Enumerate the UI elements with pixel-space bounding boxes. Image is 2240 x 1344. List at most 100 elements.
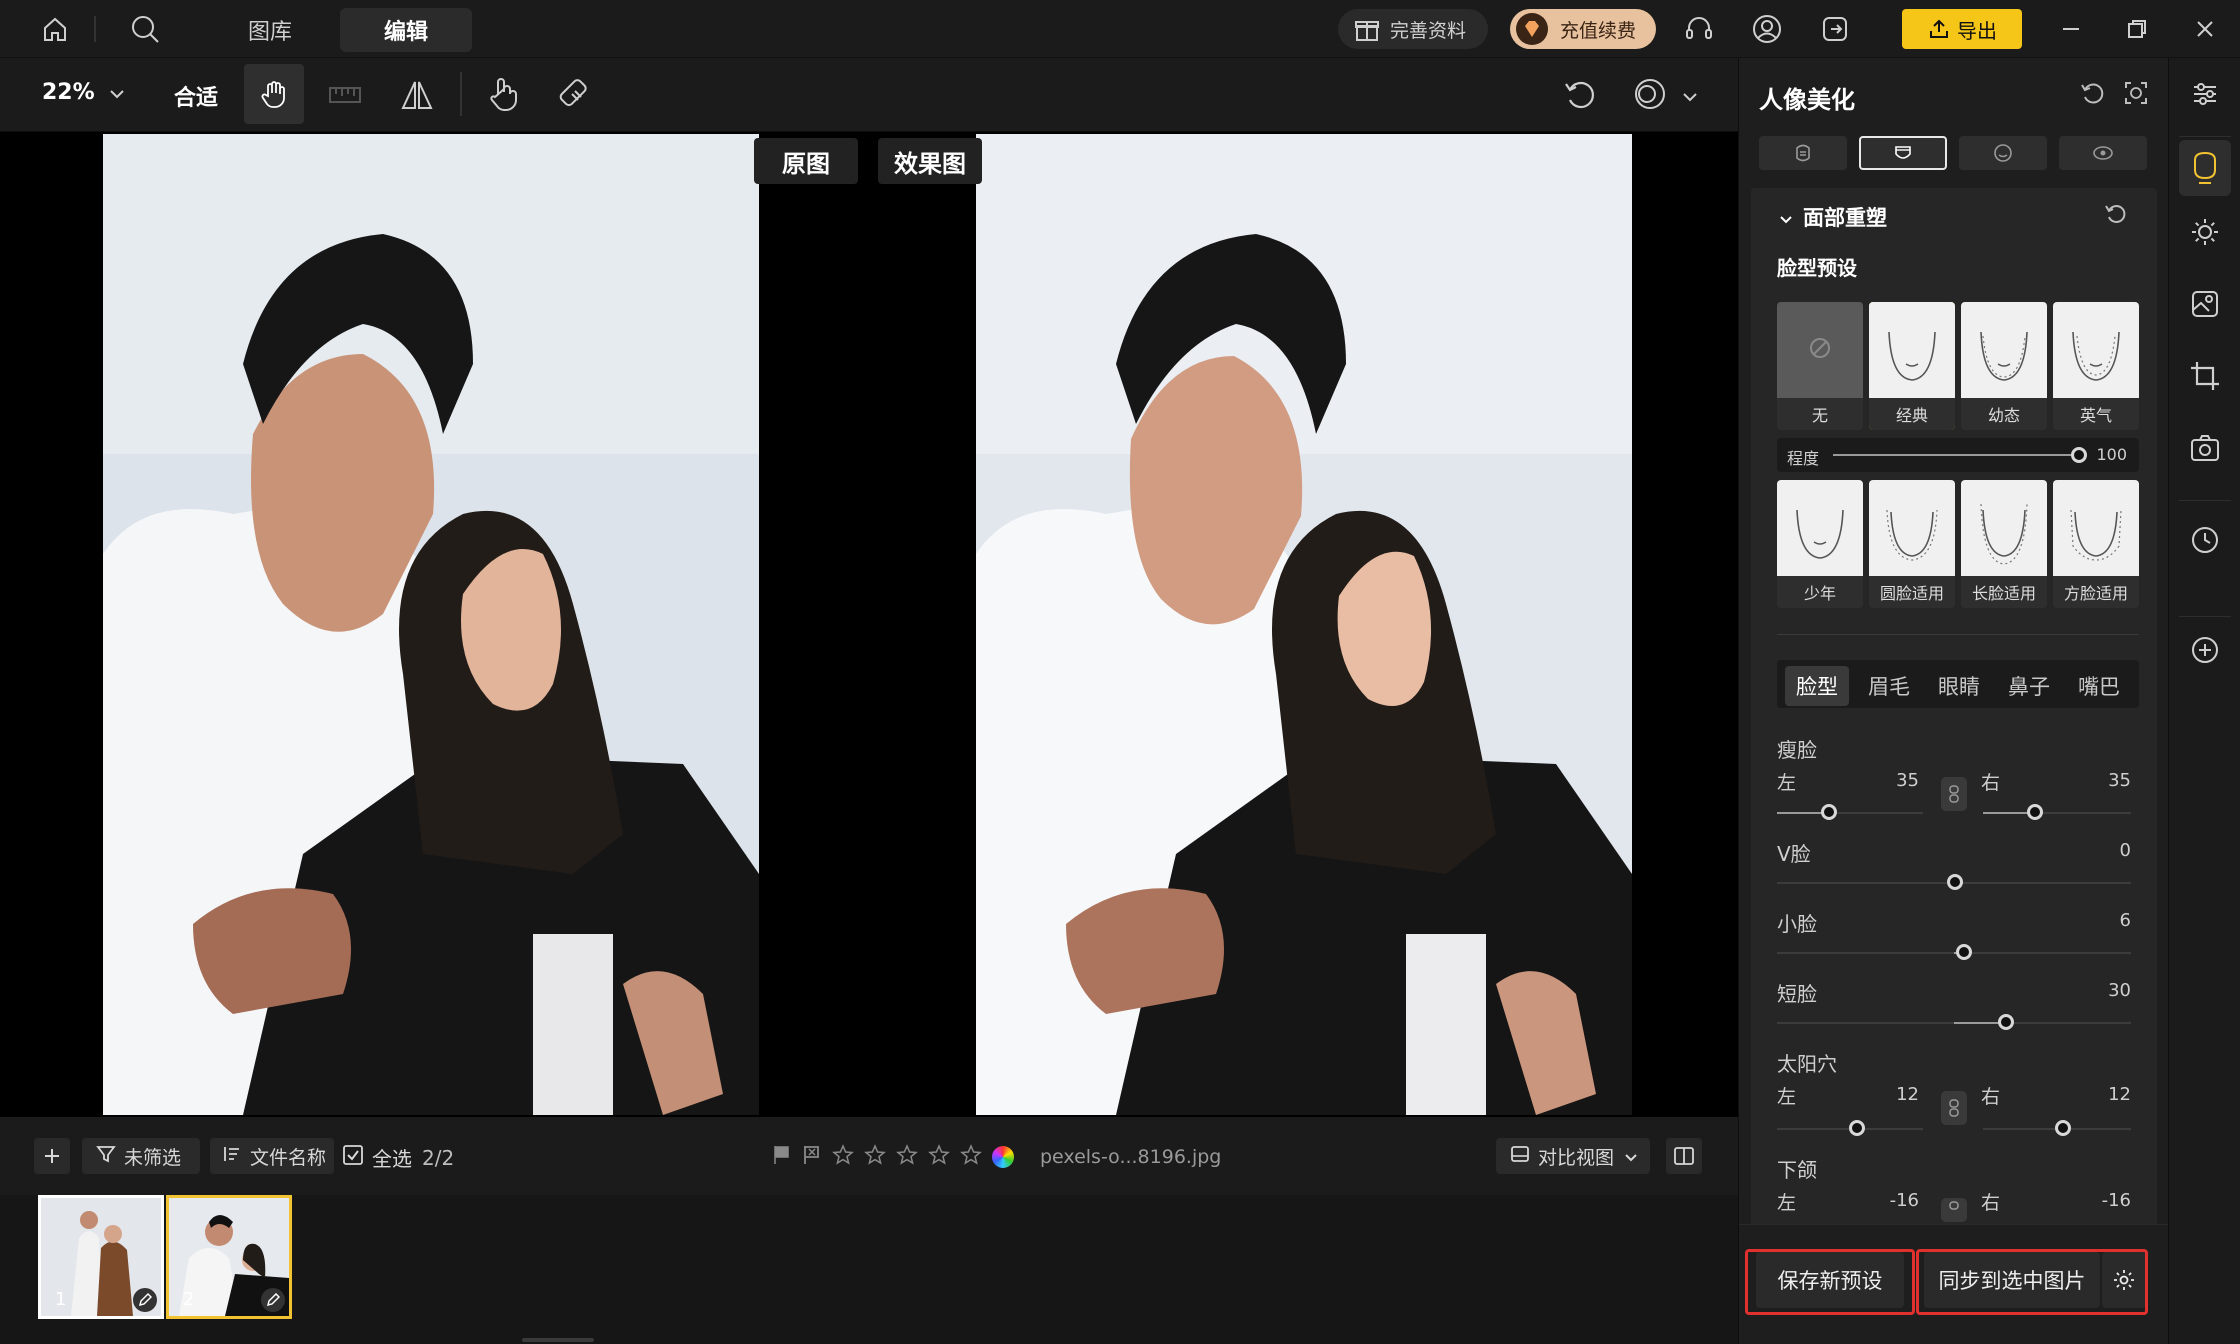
complete-profile-button[interactable]: 完善资料 xyxy=(1338,9,1488,49)
makeup-tab-icon[interactable] xyxy=(2059,136,2147,170)
slim-right-knob[interactable] xyxy=(2027,804,2043,820)
skin-tab-icon[interactable] xyxy=(1759,136,1847,170)
color-label-icon[interactable] xyxy=(992,1146,1014,1168)
tool-rail xyxy=(2168,58,2240,1344)
plus-icon[interactable] xyxy=(34,1138,70,1174)
filter-button[interactable]: 未筛选 xyxy=(82,1138,200,1174)
preset-none[interactable]: 无 xyxy=(1777,302,1863,430)
highlight-box xyxy=(1745,1249,1915,1315)
user-icon[interactable] xyxy=(1750,12,1784,46)
headset-icon[interactable] xyxy=(1682,12,1716,46)
horizontal-scrollbar[interactable] xyxy=(522,1338,594,1342)
sort-button[interactable]: 文件名称 xyxy=(210,1138,334,1174)
star-icon[interactable] xyxy=(896,1144,918,1170)
star-icon[interactable] xyxy=(960,1144,982,1170)
history-icon[interactable] xyxy=(2185,520,2225,560)
portrait-beauty-icon[interactable] xyxy=(2179,140,2231,196)
preset-youthful[interactable]: 幼态 xyxy=(1961,302,2047,430)
flag-icon[interactable] xyxy=(772,1144,792,1170)
short-face-knob[interactable] xyxy=(1998,1014,2014,1030)
light-icon[interactable] xyxy=(2185,212,2225,252)
slim-left-knob[interactable] xyxy=(1821,804,1837,820)
add-tool-icon[interactable] xyxy=(2185,630,2225,670)
expression-tab-icon[interactable] xyxy=(1959,136,2047,170)
temple-right-label: 右 xyxy=(1981,1086,2001,1108)
degree-slider[interactable]: 程度 100 xyxy=(1777,438,2139,472)
logout-icon[interactable] xyxy=(1818,12,1852,46)
section-title: 面部重塑 xyxy=(1803,206,1887,230)
degree-knob[interactable] xyxy=(2071,447,2087,463)
link-icon[interactable] xyxy=(1941,1091,1967,1125)
crop-icon[interactable] xyxy=(2185,356,2225,396)
thumbnail-selected[interactable]: 2 xyxy=(166,1195,292,1319)
hand-icon[interactable] xyxy=(244,64,304,124)
face-reshape-tab-icon[interactable] xyxy=(1859,136,1947,170)
subtab-face-shape[interactable]: 脸型 xyxy=(1785,666,1849,706)
preset-long-face[interactable]: 长脸适用 xyxy=(1961,480,2047,608)
minimize-icon[interactable] xyxy=(2054,12,2088,46)
subtab-nose[interactable]: 鼻子 xyxy=(1997,666,2061,706)
touch-icon[interactable] xyxy=(486,76,520,116)
home-icon[interactable] xyxy=(38,12,72,46)
image-canvas[interactable] xyxy=(0,132,1738,1117)
temple-left-label: 左 xyxy=(1777,1086,1797,1108)
preset-boy[interactable]: 少年 xyxy=(1777,480,1863,608)
preset-classic[interactable]: 经典 xyxy=(1869,302,1955,430)
original-label: 原图 xyxy=(754,138,858,184)
small-face-knob[interactable] xyxy=(1956,944,1972,960)
section-reset-icon[interactable] xyxy=(2103,202,2127,230)
ruler-icon[interactable] xyxy=(328,78,362,116)
close-icon[interactable] xyxy=(2188,12,2222,46)
face-detect-icon[interactable] xyxy=(2123,80,2149,110)
v-face-label: V脸 xyxy=(1777,842,1811,866)
small-face-value: 6 xyxy=(2119,910,2131,931)
link-icon[interactable] xyxy=(1941,777,1967,811)
subtab-eyebrows[interactable]: 眉毛 xyxy=(1857,666,1921,706)
eraser-icon[interactable] xyxy=(558,76,594,116)
undo-icon[interactable] xyxy=(1562,76,1598,116)
subtab-mouth[interactable]: 嘴巴 xyxy=(2067,666,2131,706)
fit-button[interactable]: 合适 xyxy=(174,80,218,112)
flip-icon[interactable] xyxy=(400,78,434,116)
preset-heroic[interactable]: 英气 xyxy=(2053,302,2139,430)
divider xyxy=(94,16,96,42)
v-face-knob[interactable] xyxy=(1947,874,1963,890)
checkbox-checked-icon xyxy=(342,1144,364,1171)
tab-gallery[interactable]: 图库 xyxy=(230,8,310,52)
tab-edit[interactable]: 编辑 xyxy=(340,8,472,52)
subtab-eyes[interactable]: 眼睛 xyxy=(1927,666,1991,706)
reject-flag-icon[interactable] xyxy=(802,1144,822,1170)
restore-icon[interactable] xyxy=(2120,12,2154,46)
compare-dropdown[interactable] xyxy=(1632,76,1698,116)
section-header[interactable]: 面部重塑 xyxy=(1779,202,1887,232)
star-icon[interactable] xyxy=(864,1144,886,1170)
thumbnail[interactable]: 1 xyxy=(38,1195,164,1319)
temple-left-knob[interactable] xyxy=(1849,1120,1865,1136)
image-edit-icon[interactable] xyxy=(2185,284,2225,324)
split-view-icon[interactable] xyxy=(1666,1138,1702,1174)
temple-right-knob[interactable] xyxy=(2055,1120,2071,1136)
complete-profile-label: 完善资料 xyxy=(1390,19,1467,42)
select-all-checkbox[interactable]: 全选 2/2 xyxy=(342,1143,454,1172)
adjust-icon[interactable] xyxy=(2185,74,2225,114)
zoom-value: 22% xyxy=(42,80,95,105)
effect-photo xyxy=(976,134,1632,1115)
view-mode-dropdown[interactable]: 对比视图 xyxy=(1496,1138,1650,1174)
search-icon[interactable] xyxy=(128,12,162,46)
divider xyxy=(2179,616,2231,617)
recharge-button[interactable]: 充值续费 xyxy=(1510,9,1656,49)
divider xyxy=(460,72,462,116)
export-button[interactable]: 导出 xyxy=(1902,9,2022,49)
camera-icon[interactable] xyxy=(2185,428,2225,468)
star-icon[interactable] xyxy=(832,1144,854,1170)
reset-icon[interactable] xyxy=(2079,80,2105,110)
temple-label: 太阳穴 xyxy=(1777,1052,1837,1076)
link-icon[interactable] xyxy=(1941,1198,1967,1222)
star-icon[interactable] xyxy=(928,1144,950,1170)
short-face-label: 短脸 xyxy=(1777,982,1817,1006)
preset-round-face[interactable]: 圆脸适用 xyxy=(1869,480,1955,608)
preset-square-face[interactable]: 方脸适用 xyxy=(2053,480,2139,608)
chevron-down-icon xyxy=(1779,205,1793,229)
zoom-dropdown[interactable]: 22% xyxy=(42,80,125,105)
filmstrip: 1 2 xyxy=(0,1195,1738,1344)
